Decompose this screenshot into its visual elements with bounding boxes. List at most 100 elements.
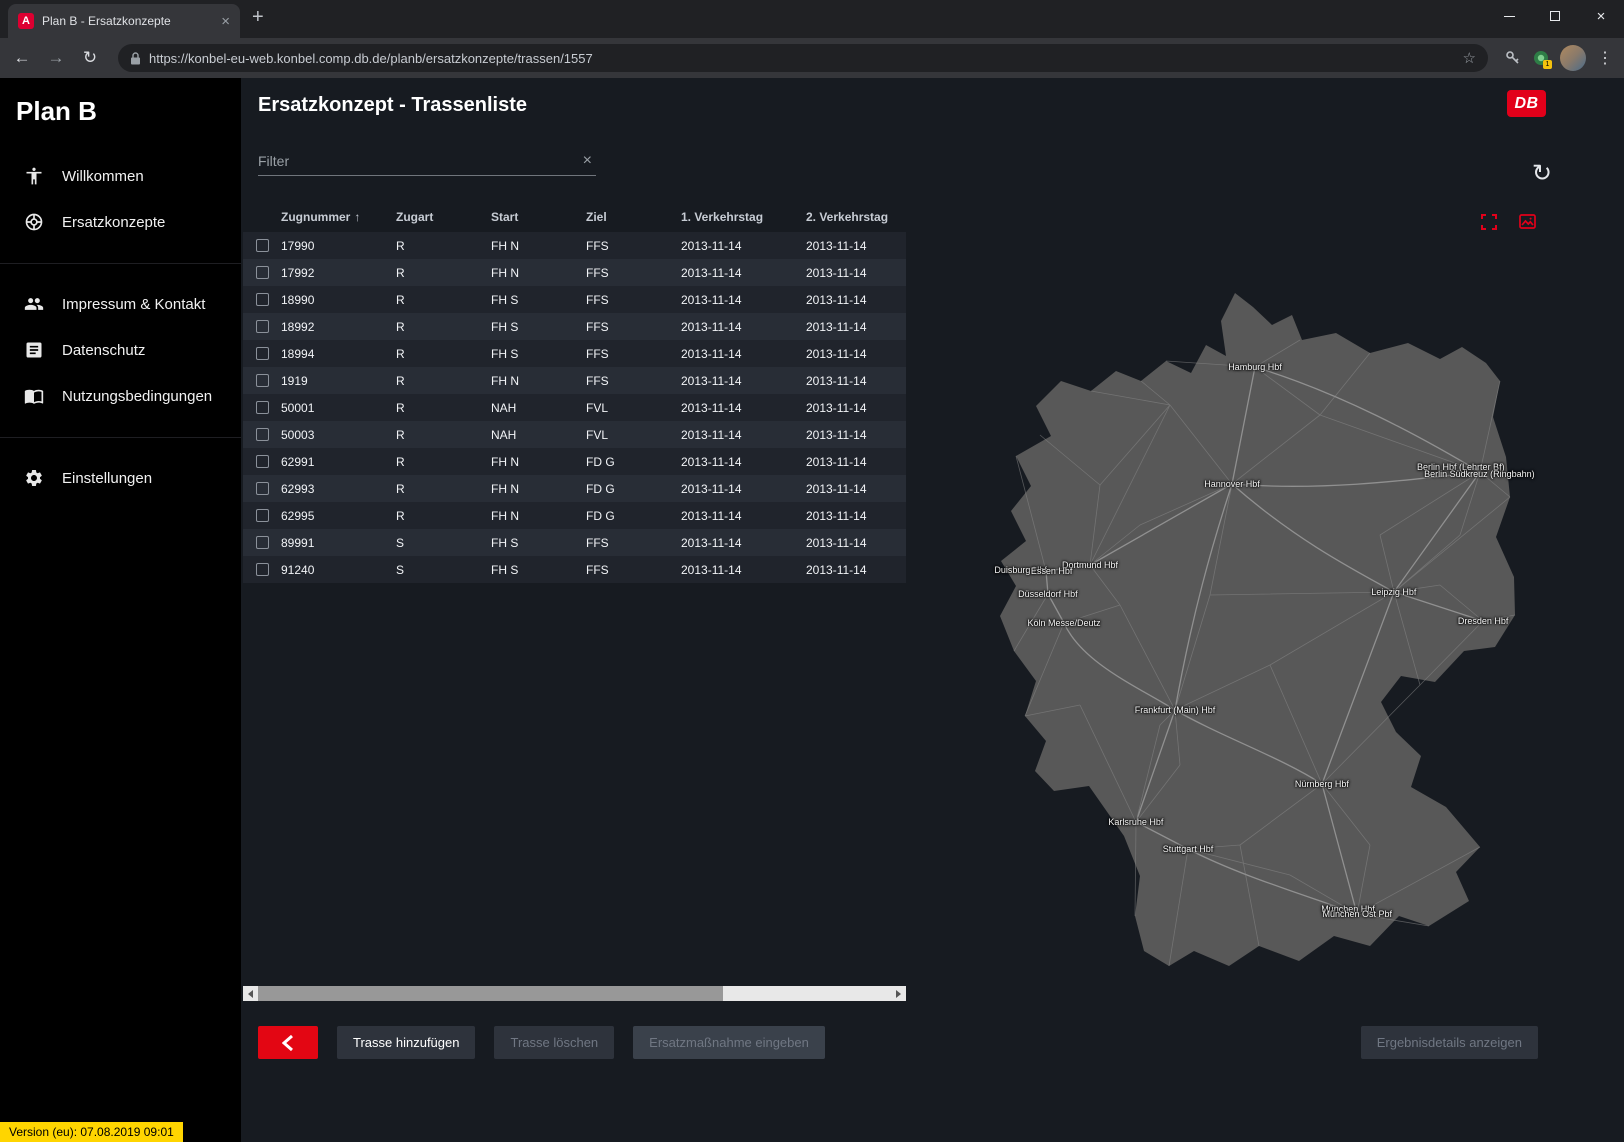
cell-start: FH S: [491, 536, 586, 550]
column-header-verkehrstag2[interactable]: 2. Verkehrstag: [806, 210, 906, 224]
app-title: Plan B: [0, 78, 241, 153]
cell-ziel: FFS: [586, 374, 681, 388]
column-header-zugart[interactable]: Zugart: [396, 210, 491, 224]
extension-icon[interactable]: 1: [1532, 49, 1550, 67]
back-icon[interactable]: ←: [10, 48, 34, 68]
tab-close-icon[interactable]: ×: [221, 14, 230, 29]
map-panel: Hamburg HbfHannover HbfBerlin Hbf (Lehrt…: [921, 78, 1624, 1142]
sidebar-item-impressum[interactable]: Impressum & Kontakt: [0, 281, 241, 327]
table-row[interactable]: 1919 R FH N FFS 2013-11-14 2013-11-14: [243, 367, 906, 394]
row-checkbox[interactable]: [256, 239, 269, 252]
forward-icon[interactable]: →: [44, 48, 68, 68]
table-row[interactable]: 62991 R FH N FD G 2013-11-14 2013-11-14: [243, 448, 906, 475]
table-row[interactable]: 18992 R FH S FFS 2013-11-14 2013-11-14: [243, 313, 906, 340]
cell-start: FH S: [491, 563, 586, 577]
map-canvas[interactable]: Hamburg HbfHannover HbfBerlin Hbf (Lehrt…: [940, 285, 1560, 995]
column-header-start[interactable]: Start: [491, 210, 586, 224]
cell-zugart: R: [396, 320, 491, 334]
map-city-label: Hamburg Hbf: [1228, 362, 1282, 372]
map-city-label: Karlsruhe Hbf: [1108, 817, 1163, 827]
table-row[interactable]: 50003 R NAH FVL 2013-11-14 2013-11-14: [243, 421, 906, 448]
new-tab-button[interactable]: +: [252, 6, 264, 29]
browser-menu-icon[interactable]: ⋮: [1596, 48, 1614, 68]
scroll-left-arrow[interactable]: [243, 986, 258, 1001]
row-checkbox[interactable]: [256, 293, 269, 306]
sidebar-divider: [0, 419, 241, 455]
row-checkbox[interactable]: [256, 428, 269, 441]
table-row[interactable]: 17990 R FH N FFS 2013-11-14 2013-11-14: [243, 232, 906, 259]
table-row[interactable]: 91240 S FH S FFS 2013-11-14 2013-11-14: [243, 556, 906, 583]
table-row[interactable]: 62995 R FH N FD G 2013-11-14 2013-11-14: [243, 502, 906, 529]
filter-clear-icon[interactable]: ×: [579, 152, 596, 170]
delete-trasse-button[interactable]: Trasse löschen: [494, 1026, 614, 1059]
filter-input[interactable]: [258, 153, 579, 169]
row-checkbox[interactable]: [256, 374, 269, 387]
cell-verkehrstag1: 2013-11-14: [681, 239, 806, 253]
reload-icon[interactable]: ↻: [78, 48, 102, 68]
map-city-label: Nürnberg Hbf: [1295, 779, 1349, 789]
browser-tab[interactable]: A Plan B - Ersatzkonzepte ×: [8, 4, 240, 38]
cell-verkehrstag1: 2013-11-14: [681, 347, 806, 361]
column-header-ziel[interactable]: Ziel: [586, 210, 681, 224]
cell-zugart: R: [396, 266, 491, 280]
cell-zugnummer: 62995: [281, 509, 396, 523]
table-row[interactable]: 50001 R NAH FVL 2013-11-14 2013-11-14: [243, 394, 906, 421]
cell-zugart: S: [396, 563, 491, 577]
ersatzmassnahme-button[interactable]: Ersatzmaßnahme eingeben: [633, 1026, 825, 1059]
sidebar-item-einstellungen[interactable]: Einstellungen: [0, 455, 241, 501]
row-checkbox[interactable]: [256, 455, 269, 468]
row-checkbox[interactable]: [256, 401, 269, 414]
row-checkbox-cell: [243, 239, 281, 252]
column-header-verkehrstag1[interactable]: 1. Verkehrstag: [681, 210, 806, 224]
row-checkbox[interactable]: [256, 266, 269, 279]
row-checkbox-cell: [243, 266, 281, 279]
table-row[interactable]: 18990 R FH S FFS 2013-11-14 2013-11-14: [243, 286, 906, 313]
table-row[interactable]: 18994 R FH S FFS 2013-11-14 2013-11-14: [243, 340, 906, 367]
germany-outline: [1000, 293, 1515, 966]
key-extension-icon[interactable]: [1504, 49, 1522, 67]
filter-field: ×: [258, 146, 596, 176]
url-text: https://konbel-eu-web.konbel.comp.db.de/…: [149, 51, 1455, 66]
window-controls: ×: [1486, 0, 1624, 32]
column-header-zugnummer[interactable]: Zugnummer↑: [281, 210, 396, 224]
row-checkbox[interactable]: [256, 320, 269, 333]
sidebar-item-datenschutz[interactable]: Datenschutz: [0, 327, 241, 373]
maximize-button[interactable]: [1532, 0, 1578, 32]
cell-verkehrstag1: 2013-11-14: [681, 428, 806, 442]
back-button[interactable]: [258, 1026, 318, 1059]
close-button[interactable]: ×: [1578, 0, 1624, 32]
cell-zugart: R: [396, 374, 491, 388]
row-checkbox[interactable]: [256, 347, 269, 360]
address-bar[interactable]: https://konbel-eu-web.konbel.comp.db.de/…: [118, 44, 1488, 72]
browser-chrome: A Plan B - Ersatzkonzepte × + × ← → ↻ ht…: [0, 0, 1624, 78]
person-icon: [24, 166, 44, 186]
row-checkbox[interactable]: [256, 482, 269, 495]
cell-ziel: FFS: [586, 347, 681, 361]
cell-verkehrstag1: 2013-11-14: [681, 509, 806, 523]
sidebar-item-label: Einstellungen: [62, 470, 152, 487]
scrollbar-thumb[interactable]: [258, 986, 723, 1001]
row-checkbox[interactable]: [256, 509, 269, 522]
row-checkbox-cell: [243, 536, 281, 549]
profile-avatar[interactable]: [1560, 45, 1586, 71]
sidebar-item-willkommen[interactable]: Willkommen: [0, 153, 241, 199]
cell-zugnummer: 62993: [281, 482, 396, 496]
row-checkbox[interactable]: [256, 563, 269, 576]
horizontal-scrollbar[interactable]: [243, 986, 906, 1001]
cell-zugnummer: 18992: [281, 320, 396, 334]
add-trasse-button[interactable]: Trasse hinzufügen: [337, 1026, 475, 1059]
row-checkbox[interactable]: [256, 536, 269, 549]
sidebar-item-nutzungsbedingungen[interactable]: Nutzungsbedingungen: [0, 373, 241, 419]
scrollbar-track[interactable]: [258, 986, 891, 1001]
table-row[interactable]: 62993 R FH N FD G 2013-11-14 2013-11-14: [243, 475, 906, 502]
cell-verkehrstag1: 2013-11-14: [681, 563, 806, 577]
row-checkbox-cell: [243, 347, 281, 360]
minimize-button[interactable]: [1486, 0, 1532, 32]
scroll-right-arrow[interactable]: [891, 986, 906, 1001]
sidebar-item-ersatzkonzepte[interactable]: Ersatzkonzepte: [0, 199, 241, 245]
bookmark-star-icon[interactable]: ☆: [1463, 49, 1476, 67]
table-row[interactable]: 17992 R FH N FFS 2013-11-14 2013-11-14: [243, 259, 906, 286]
cell-verkehrstag2: 2013-11-14: [806, 320, 906, 334]
table-row[interactable]: 89991 S FH S FFS 2013-11-14 2013-11-14: [243, 529, 906, 556]
cell-verkehrstag2: 2013-11-14: [806, 401, 906, 415]
